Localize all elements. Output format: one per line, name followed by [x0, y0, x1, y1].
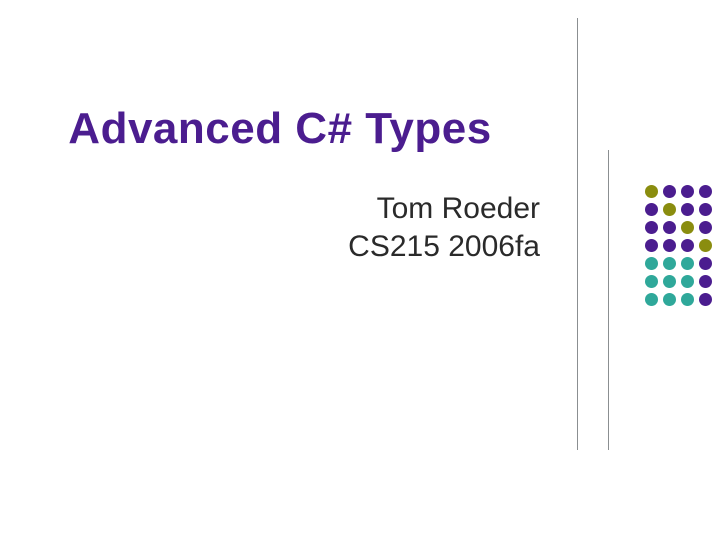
dot-icon — [663, 185, 676, 198]
dot-icon — [645, 293, 658, 306]
dot-icon — [699, 257, 712, 270]
dot-icon — [663, 221, 676, 234]
dot-icon — [645, 275, 658, 288]
dot-icon — [681, 221, 694, 234]
dot-icon — [663, 293, 676, 306]
dot-icon — [699, 221, 712, 234]
dot-icon — [663, 257, 676, 270]
dot-icon — [645, 239, 658, 252]
dot-icon — [645, 203, 658, 216]
divider-line-long — [577, 18, 578, 450]
dot-icon — [645, 257, 658, 270]
subtitle-line-2: CS215 2006fa — [0, 228, 540, 266]
dot-icon — [699, 203, 712, 216]
decorative-dot-grid — [642, 182, 714, 308]
dot-icon — [699, 293, 712, 306]
subtitle-line-1: Tom Roeder — [0, 190, 540, 228]
dot-icon — [663, 203, 676, 216]
dot-icon — [645, 185, 658, 198]
dot-icon — [663, 239, 676, 252]
dot-icon — [699, 275, 712, 288]
dot-icon — [681, 203, 694, 216]
dot-icon — [699, 239, 712, 252]
dot-icon — [663, 275, 676, 288]
slide-title: Advanced C# Types — [0, 104, 560, 154]
dot-icon — [681, 257, 694, 270]
slide: Advanced C# Types Tom Roeder CS215 2006f… — [0, 0, 720, 540]
dot-icon — [699, 185, 712, 198]
slide-subtitle: Tom Roeder CS215 2006fa — [0, 190, 540, 265]
dot-icon — [645, 221, 658, 234]
dot-icon — [681, 239, 694, 252]
dot-icon — [681, 275, 694, 288]
dot-icon — [681, 293, 694, 306]
dot-icon — [681, 185, 694, 198]
divider-line-short — [608, 150, 609, 450]
